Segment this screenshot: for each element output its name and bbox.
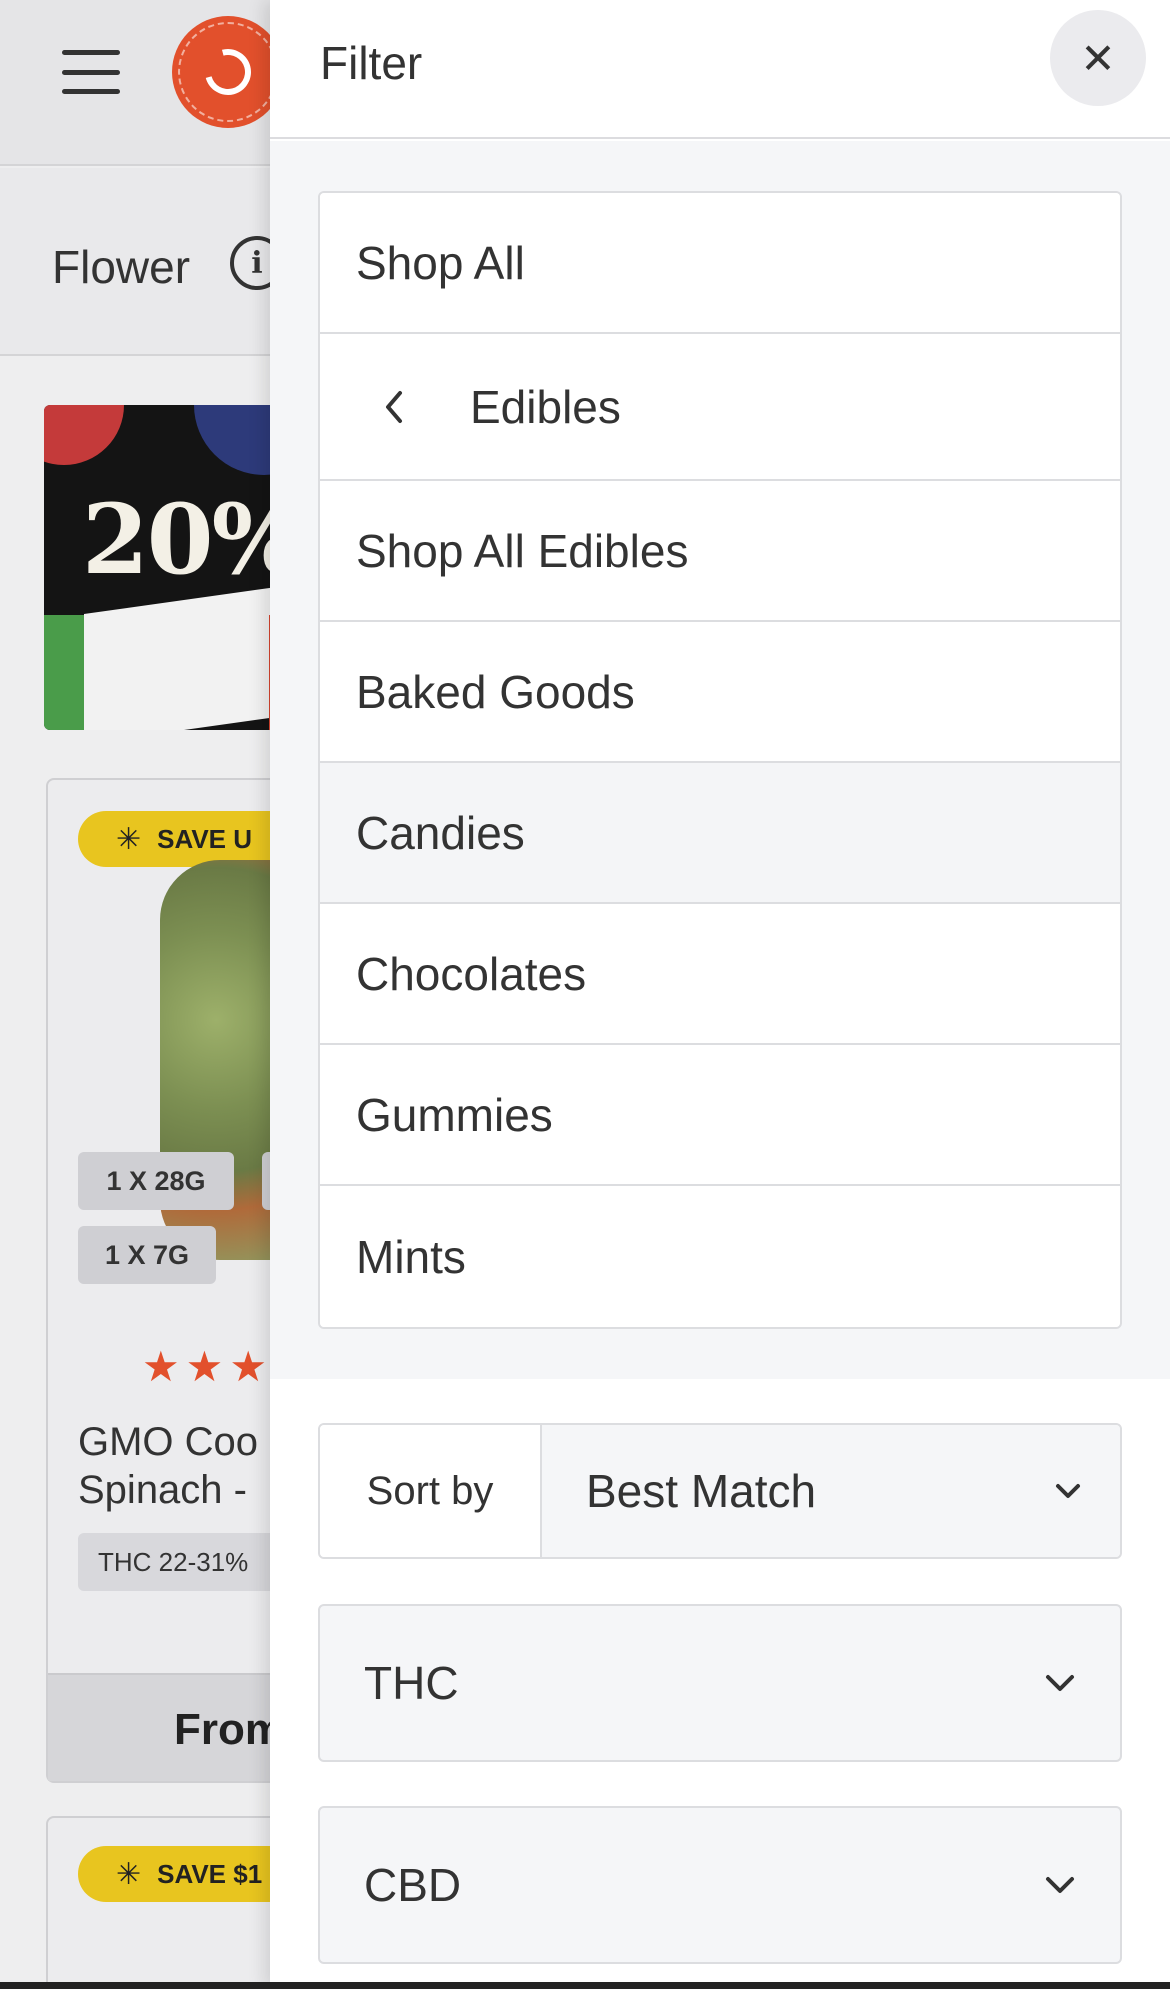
chevron-down-icon: [1044, 1673, 1076, 1693]
close-icon: ✕: [1080, 34, 1116, 82]
menu-icon[interactable]: [62, 50, 120, 94]
accordion-label: CBD: [364, 1859, 462, 1911]
star-icon: ★: [229, 1343, 267, 1390]
accordion-label: THC: [364, 1657, 459, 1709]
drawer-title: Filter: [320, 37, 423, 89]
category-back-edibles[interactable]: Edibles: [320, 334, 1120, 481]
category-list: Shop All Edibles Shop All Edibles Baked …: [318, 191, 1122, 1329]
size-chip[interactable]: 1 X 28G: [78, 1152, 234, 1210]
thc-filter-accordion[interactable]: THC: [318, 1604, 1122, 1762]
sort-select[interactable]: Best Match: [542, 1425, 1120, 1557]
category-item[interactable]: Chocolates: [320, 904, 1120, 1045]
category-back-label: Edibles: [470, 380, 621, 433]
category-shop-all[interactable]: Shop All: [320, 193, 1120, 334]
category-item[interactable]: Gummies: [320, 1045, 1120, 1186]
sparkle-icon: ✳: [116, 822, 142, 856]
close-button[interactable]: ✕: [1050, 10, 1146, 106]
sparkle-icon: ✳: [116, 1857, 142, 1891]
cbd-filter-accordion[interactable]: CBD: [318, 1806, 1122, 1964]
sort-label: Sort by: [320, 1425, 542, 1557]
thc-chip: THC 22-31%: [78, 1533, 278, 1591]
filter-drawer: Filter ✕ Shop All Edibles Shop All Edibl…: [270, 0, 1170, 1989]
star-icon: ★: [185, 1343, 224, 1390]
category-item[interactable]: Shop All Edibles: [320, 481, 1120, 622]
save-badge-label: SAVE $1: [157, 1858, 263, 1889]
price-prefix: From: [174, 1705, 284, 1754]
drawer-header: Filter ✕: [270, 0, 1170, 139]
chevron-left-icon: [380, 387, 470, 427]
category-title: Flower: [52, 241, 191, 293]
category-item[interactable]: Mints: [320, 1186, 1120, 1327]
product-name-line: Spinach -: [78, 1468, 247, 1512]
promo-headline: 20%: [82, 483, 303, 596]
rating-stars: ★ ★ ★: [142, 1342, 267, 1391]
sort-value: Best Match: [586, 1465, 817, 1517]
star-icon: ★: [142, 1343, 180, 1390]
category-panel: Shop All Edibles Shop All Edibles Baked …: [270, 141, 1170, 1379]
bottom-edge: [0, 1982, 1170, 1989]
product-name-line: GMO Coo: [78, 1420, 259, 1464]
save-badge-label: SAVE U: [157, 823, 253, 854]
chevron-down-icon: [1044, 1875, 1076, 1895]
chevron-down-icon: [1054, 1482, 1082, 1500]
category-item[interactable]: Baked Goods: [320, 622, 1120, 763]
sort-control: Sort by Best Match: [318, 1423, 1122, 1559]
product-name[interactable]: GMO Coo Spinach -: [78, 1418, 298, 1514]
category-item-highlighted[interactable]: Candies: [320, 763, 1120, 904]
size-chip[interactable]: 1 X 7G: [78, 1226, 216, 1284]
brand-logo[interactable]: [172, 16, 284, 128]
